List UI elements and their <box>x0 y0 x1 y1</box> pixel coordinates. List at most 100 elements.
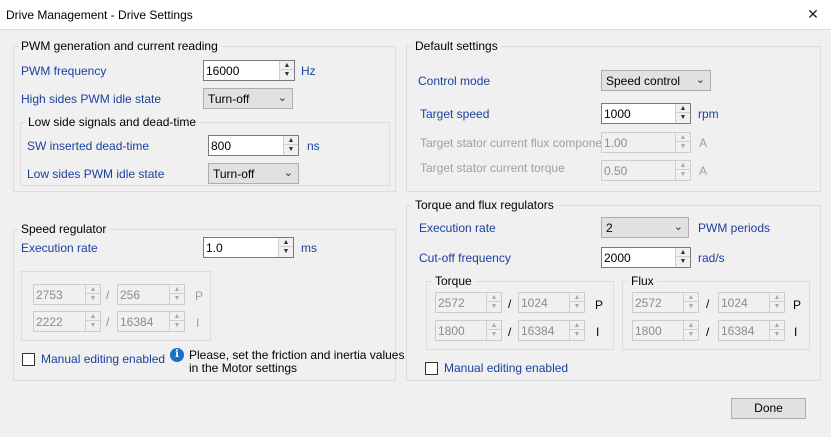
tf-manual-editing-label: Manual editing enabled <box>444 361 569 375</box>
title-bar: Drive Management - Drive Settings ✕ <box>0 0 831 30</box>
dead-time-label: SW inserted dead-time <box>27 139 150 153</box>
spin-up-icon[interactable]: ▲ <box>676 248 690 257</box>
control-mode-select[interactable]: Speed control ⌄ <box>601 70 711 91</box>
flux-p-num-input[interactable]: 2572 ▲ ▼ <box>632 292 699 313</box>
spin-down-icon[interactable]: ▼ <box>170 321 184 330</box>
tf-exec-rate-label: Execution rate <box>419 221 496 235</box>
spin-down-icon[interactable]: ▼ <box>676 113 690 122</box>
spin-down-icon[interactable]: ▼ <box>570 302 584 311</box>
spin-up-icon[interactable]: ▲ <box>770 321 784 330</box>
high-side-idle-label: High sides PWM idle state <box>21 92 162 106</box>
spin-up-icon[interactable]: ▲ <box>170 312 184 321</box>
torque-p-den-input[interactable]: 1024 ▲ ▼ <box>518 292 585 313</box>
speed-i-den-input[interactable]: 16384 ▲ ▼ <box>117 311 185 332</box>
spin-up-icon[interactable]: ▲ <box>280 61 294 70</box>
spin-down-icon[interactable]: ▼ <box>570 330 584 339</box>
chevron-down-icon: ⌄ <box>673 221 683 233</box>
info-text-line-2: in the Motor settings <box>189 361 298 375</box>
speed-exec-rate-label: Execution rate <box>21 241 98 255</box>
flux-i-label: I <box>794 325 798 339</box>
spin-up-icon[interactable]: ▲ <box>284 136 298 145</box>
speed-p-num-input[interactable]: 2753 ▲ ▼ <box>33 284 101 305</box>
spin-down-icon[interactable]: ▼ <box>684 330 698 339</box>
target-torque-label: Target stator current torque <box>420 161 565 175</box>
torque-i-den-input[interactable]: 16384 ▲ ▼ <box>518 320 585 341</box>
spin-up-icon[interactable]: ▲ <box>676 133 690 142</box>
chevron-down-icon: ⌄ <box>277 92 287 104</box>
chevron-down-icon: ⌄ <box>283 167 293 179</box>
spin-down-icon[interactable]: ▼ <box>280 70 294 79</box>
speed-i-num-input[interactable]: 2222 ▲ ▼ <box>33 311 101 332</box>
spin-up-icon[interactable]: ▲ <box>170 285 184 294</box>
target-flux-unit: A <box>699 136 708 150</box>
torque-i-num-input[interactable]: 1800 ▲ ▼ <box>435 320 502 341</box>
info-text-line-1: Please, set the friction and inertia val… <box>189 348 405 362</box>
cutoff-frequency-input[interactable]: 2000 ▲ ▼ <box>601 247 691 268</box>
target-torque-input[interactable]: 0.50 ▲ ▼ <box>601 160 691 181</box>
tf-exec-rate-select[interactable]: 2 ⌄ <box>601 217 689 238</box>
spin-down-icon[interactable]: ▼ <box>86 294 100 303</box>
torque-subgroup-label: Torque <box>432 274 475 288</box>
dead-time-input[interactable]: 800 ▲ ▼ <box>208 135 299 156</box>
flux-p-den-value: 1024 <box>721 296 748 310</box>
target-flux-input[interactable]: 1.00 ▲ ▼ <box>601 132 691 153</box>
spin-down-icon[interactable]: ▼ <box>676 257 690 266</box>
flux-i-den-value: 16384 <box>721 324 755 338</box>
flux-p-den-input[interactable]: 1024 ▲ ▼ <box>718 292 785 313</box>
chevron-down-icon: ⌄ <box>695 74 705 86</box>
spin-up-icon[interactable]: ▲ <box>676 104 690 113</box>
low-side-group-label: Low side signals and dead-time <box>25 115 200 129</box>
spin-up-icon[interactable]: ▲ <box>86 285 100 294</box>
flux-subgroup-label: Flux <box>628 274 657 288</box>
spin-down-icon[interactable]: ▼ <box>487 330 501 339</box>
close-icon[interactable]: ✕ <box>801 4 825 24</box>
speed-regulator-group-label: Speed regulator <box>18 222 110 236</box>
speed-p-den-input[interactable]: 256 ▲ ▼ <box>117 284 185 305</box>
spin-up-icon[interactable]: ▲ <box>684 293 698 302</box>
flux-p-label: P <box>793 298 802 312</box>
cutoff-frequency-unit: rad/s <box>698 251 725 265</box>
high-side-idle-select[interactable]: Turn-off ⌄ <box>203 88 293 109</box>
cutoff-frequency-label: Cut-off frequency <box>419 251 511 265</box>
tf-exec-rate-unit: PWM periods <box>698 221 771 235</box>
target-speed-input[interactable]: 1000 ▲ ▼ <box>601 103 691 124</box>
torque-i-den-value: 16384 <box>521 324 555 338</box>
spin-up-icon[interactable]: ▲ <box>676 161 690 170</box>
speed-exec-rate-input[interactable]: 1.0 ▲ ▼ <box>203 237 294 258</box>
spin-down-icon[interactable]: ▼ <box>170 294 184 303</box>
pwm-frequency-input[interactable]: 16000 ▲ ▼ <box>203 60 295 81</box>
flux-i-num-input[interactable]: 1800 ▲ ▼ <box>632 320 699 341</box>
spin-down-icon[interactable]: ▼ <box>676 170 690 179</box>
low-side-idle-value: Turn-off <box>213 167 255 181</box>
control-mode-label: Control mode <box>418 74 491 88</box>
low-side-idle-select[interactable]: Turn-off ⌄ <box>208 163 299 184</box>
target-torque-unit: A <box>699 164 708 178</box>
flux-i-den-input[interactable]: 16384 ▲ ▼ <box>718 320 785 341</box>
spin-up-icon[interactable]: ▲ <box>487 321 501 330</box>
target-flux-value: 1.00 <box>604 136 628 150</box>
spin-up-icon[interactable]: ▲ <box>570 293 584 302</box>
spin-up-icon[interactable]: ▲ <box>684 321 698 330</box>
tf-manual-editing-checkbox[interactable] <box>425 362 438 375</box>
fraction-slash: / <box>706 325 710 339</box>
torque-flux-group-label: Torque and flux regulators <box>412 198 557 212</box>
spin-up-icon[interactable]: ▲ <box>487 293 501 302</box>
flux-p-num-value: 2572 <box>635 296 662 310</box>
spin-down-icon[interactable]: ▼ <box>86 321 100 330</box>
spin-down-icon[interactable]: ▼ <box>676 142 690 151</box>
spin-down-icon[interactable]: ▼ <box>770 330 784 339</box>
spin-up-icon[interactable]: ▲ <box>770 293 784 302</box>
done-button[interactable]: Done <box>731 398 806 419</box>
spin-down-icon[interactable]: ▼ <box>684 302 698 311</box>
spin-up-icon[interactable]: ▲ <box>570 321 584 330</box>
spin-up-icon[interactable]: ▲ <box>86 312 100 321</box>
spin-down-icon[interactable]: ▼ <box>284 145 298 154</box>
spin-up-icon[interactable]: ▲ <box>279 238 293 247</box>
pwm-frequency-unit: Hz <box>301 64 316 78</box>
torque-p-num-input[interactable]: 2572 ▲ ▼ <box>435 292 502 313</box>
speed-manual-editing-checkbox[interactable] <box>22 353 35 366</box>
spin-down-icon[interactable]: ▼ <box>279 247 293 256</box>
spin-down-icon[interactable]: ▼ <box>770 302 784 311</box>
fraction-slash: / <box>508 325 512 339</box>
spin-down-icon[interactable]: ▼ <box>487 302 501 311</box>
